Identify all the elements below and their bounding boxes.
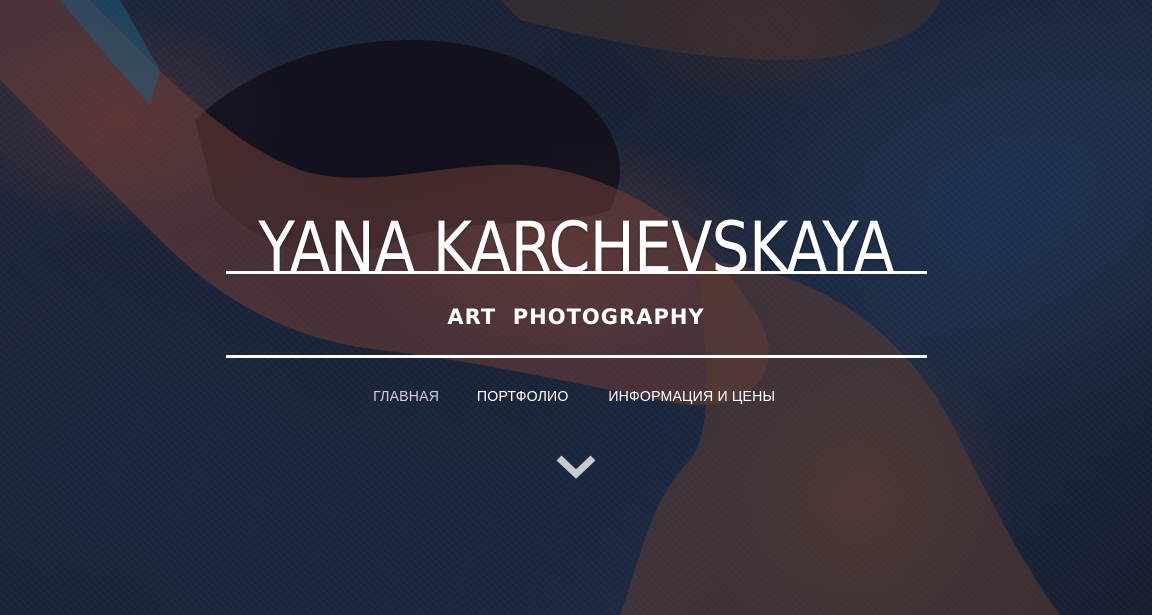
scroll-down-button[interactable] — [555, 452, 597, 482]
hero-content: YANA KARCHEVSKAYA ART PHOTOGRAPHY ГЛАВНА… — [0, 0, 1152, 615]
nav-item-home[interactable]: ГЛАВНАЯ — [374, 386, 440, 408]
hero-section: YANA KARCHEVSKAYA ART PHOTOGRAPHY ГЛАВНА… — [0, 0, 1152, 615]
nav-item-portfolio[interactable]: ПОРТФОЛИО — [477, 386, 569, 408]
nav-item-info-prices[interactable]: ИНФОРМАЦИЯ И ЦЕНЫ — [608, 386, 775, 408]
site-title: YANA KARCHEVSKAYA — [258, 206, 894, 289]
main-nav: ГЛАВНАЯ ПОРТФОЛИО ИНФОРМАЦИЯ И ЦЕНЫ — [0, 386, 1152, 408]
divider-top — [226, 271, 927, 274]
site-subtitle: ART PHOTOGRAPHY — [447, 305, 705, 329]
divider-bottom — [226, 355, 927, 358]
chevron-down-icon — [556, 455, 596, 479]
